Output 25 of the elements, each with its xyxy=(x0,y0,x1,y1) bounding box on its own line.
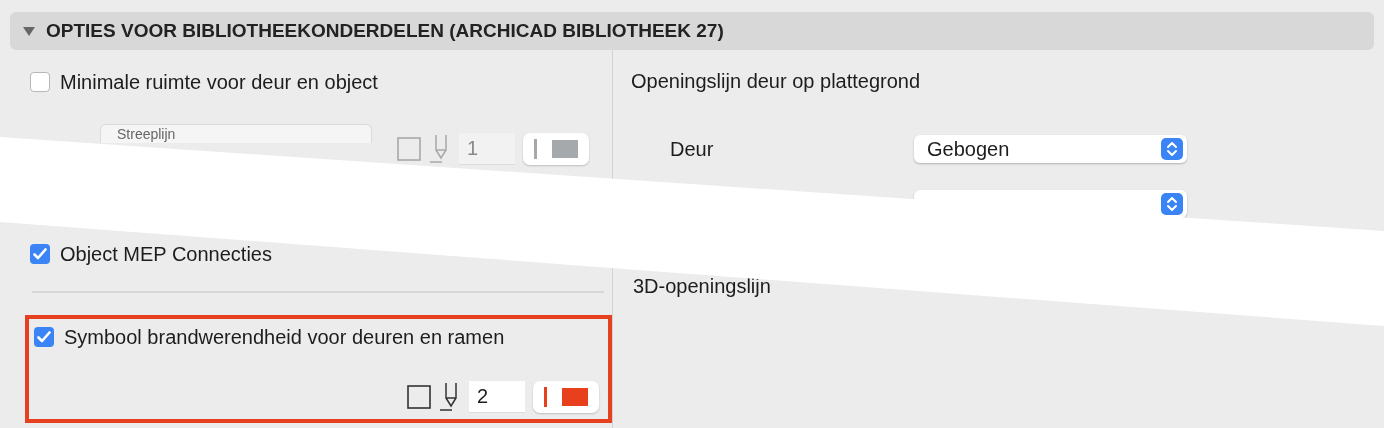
pen-color-button[interactable] xyxy=(523,133,589,165)
checkbox[interactable] xyxy=(34,327,54,347)
disclosure-triangle-icon[interactable] xyxy=(22,25,36,37)
line-weight-icon xyxy=(534,139,538,159)
stepper-icon xyxy=(1161,138,1183,160)
checkbox[interactable] xyxy=(30,244,50,264)
square-icon[interactable] xyxy=(407,385,431,409)
stepper-icon xyxy=(1161,193,1183,215)
pen-number-field[interactable]: 2 xyxy=(469,381,525,413)
pen-color-button[interactable] xyxy=(533,381,599,413)
field-label: Deur xyxy=(669,137,715,161)
group-title: Openingslijn deur op plattegrond xyxy=(631,70,922,94)
color-swatch-icon xyxy=(552,140,578,158)
color-swatch-icon xyxy=(562,388,588,406)
section-title: OPTIES VOOR BIBLIOTHEEKONDERDELEN (ARCHICAD BIBLIOTHEEK 27) xyxy=(46,20,724,42)
checkbox-label: Minimale ruimte voor deur en object xyxy=(60,70,378,94)
section-header[interactable]: OPTIES VOOR BIBLIOTHEEKONDERDELEN (ARCHICAD BIBLIOTHEEK 27) xyxy=(10,12,1374,50)
checkbox-label: Symbool brandwerendheid voor deuren en ramen xyxy=(64,325,505,349)
checkbox-label: Object MEP Connecties xyxy=(60,242,272,266)
line-type-label: Streeplijn xyxy=(117,126,176,142)
line-type-select[interactable]: Streeplijn xyxy=(100,124,372,143)
option-label: 3D-openingslijn xyxy=(632,275,772,298)
checkbox[interactable] xyxy=(30,72,50,92)
dropdown[interactable]: Gebogen xyxy=(914,135,1187,163)
line-weight-icon xyxy=(544,387,548,407)
